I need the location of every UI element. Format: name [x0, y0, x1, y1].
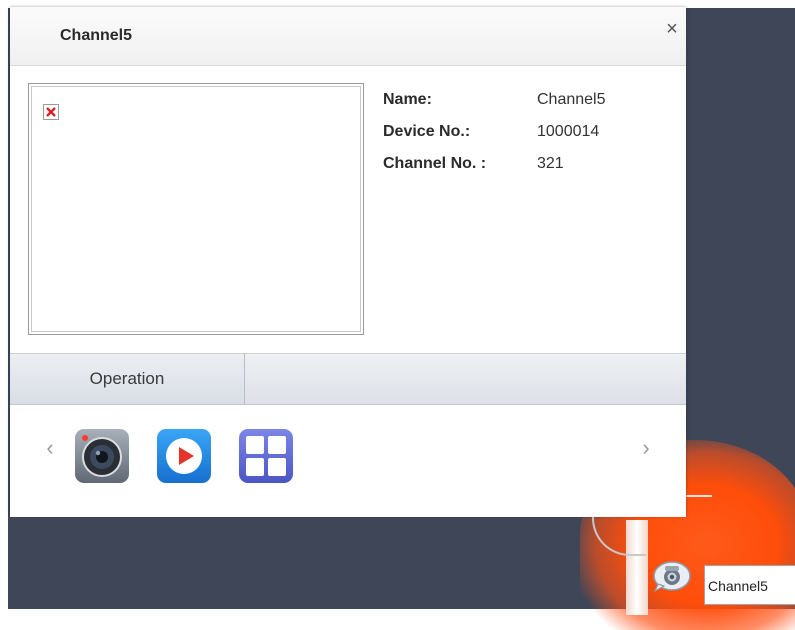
device-no-label: Device No.: [383, 123, 471, 140]
play-icon [157, 429, 211, 483]
device-no-value: 1000014 [537, 123, 600, 140]
name-label: Name: [383, 91, 432, 108]
grid-icon [239, 429, 293, 483]
frame-edge-left [0, 0, 8, 613]
chevron-left-icon[interactable]: ‹ [40, 436, 60, 460]
camera-marker-icon[interactable] [652, 560, 692, 593]
tab-operation[interactable]: Operation [10, 354, 245, 404]
close-button[interactable]: × [662, 19, 682, 39]
multi-view-layout-button[interactable] [238, 428, 294, 484]
channel-no-value: 321 [537, 155, 564, 172]
popup-title: Channel5 [60, 27, 133, 44]
channel-preview [28, 83, 364, 335]
chevron-right-icon[interactable]: › [636, 436, 656, 460]
map-line [686, 495, 712, 497]
operation-panel: Operation ‹ › [10, 353, 686, 517]
popup-header: Channel5 × [10, 7, 686, 66]
channel-no-label: Channel No. : [383, 155, 487, 172]
name-value: Channel5 [537, 91, 606, 108]
tab-strip: Operation [10, 354, 686, 405]
broken-image-icon [43, 104, 59, 120]
marker-label[interactable]: Channel5 [704, 565, 795, 605]
snapshot-camera-button[interactable] [74, 428, 130, 484]
channel-info-popup: Channel5 × Name: Channel5 Device No.: 10… [10, 7, 686, 517]
camera-icon [75, 429, 129, 483]
playback-button[interactable] [156, 428, 212, 484]
